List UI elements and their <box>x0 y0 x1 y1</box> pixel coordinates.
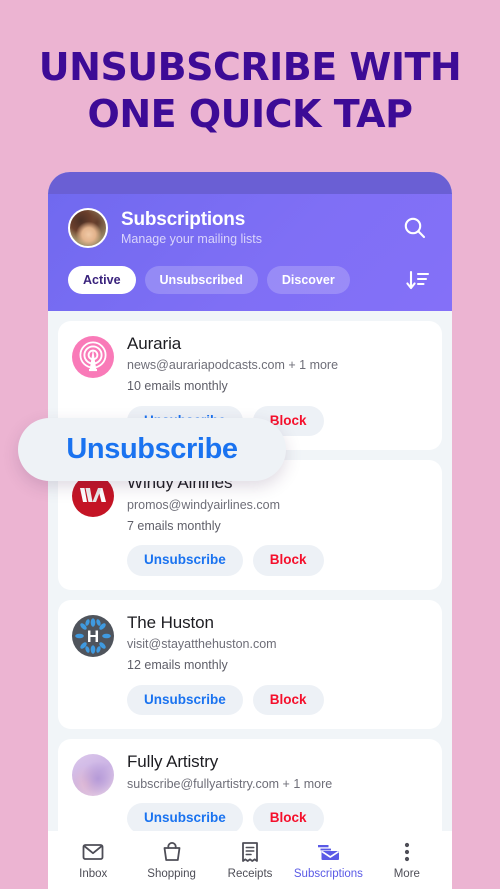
table-row[interactable]: H The Huston visit@stayatthehuston.com 1… <box>58 599 442 730</box>
shopping-bag-icon <box>163 841 181 861</box>
artistry-abstract-photo <box>72 754 114 797</box>
nav-label-inbox: Inbox <box>79 867 108 880</box>
filter-chip-active[interactable]: Active <box>68 266 136 294</box>
unsubscribe-callout-label: Unsubscribe <box>66 433 238 465</box>
bottom-navigation: Inbox Shopping Receipts Subscriptions Mo… <box>48 831 452 889</box>
nav-item-inbox[interactable]: Inbox <box>54 840 132 881</box>
unsubscribe-button[interactable]: Unsubscribe <box>127 684 243 716</box>
h-monogram-icon: H <box>75 618 111 654</box>
filter-chip-row: Active Unsubscribed Discover <box>68 265 432 295</box>
subscription-email: news@aurariapodcasts.com + 1 more <box>127 358 339 373</box>
more-dots-icon <box>404 842 409 861</box>
headline-line-2: One Quick Tap <box>87 91 413 136</box>
subscription-email: promos@windyairlines.com <box>127 497 281 512</box>
subscription-list[interactable]: Auraria news@aurariapodcasts.com + 1 mor… <box>48 311 452 831</box>
subscription-frequency: 7 emails monthly <box>127 518 221 533</box>
nav-item-subscriptions[interactable]: Subscriptions <box>289 840 367 881</box>
nav-item-more[interactable]: More <box>368 840 446 881</box>
search-icon <box>404 217 426 239</box>
nav-label-receipts: Receipts <box>227 867 273 880</box>
status-bar <box>48 172 452 194</box>
subscription-frequency: 10 emails monthly <box>127 379 228 394</box>
windy-airlines-monogram <box>72 475 114 518</box>
broadcast-tower-icon <box>79 341 107 372</box>
filter-chip-unsubscribed[interactable]: Unsubscribed <box>144 266 258 294</box>
unsubscribe-button[interactable]: Unsubscribe <box>127 803 243 831</box>
subscriptions-envelope-icon <box>318 844 340 860</box>
podcast-broadcast-icon <box>72 336 114 378</box>
subscription-email: subscribe@fullyartistry.com + 1 more <box>127 776 333 791</box>
phone-mockup: Subscriptions Manage your mailing lists … <box>48 172 452 889</box>
table-row[interactable]: Fully Artistry subscribe@fullyartistry.c… <box>58 739 442 831</box>
huston-hotel-monogram: H <box>72 614 114 657</box>
promo-headline: Unsubscribe with One Quick Tap <box>0 44 500 137</box>
page-subtitle: Manage your mailing lists <box>121 232 263 247</box>
unsubscribe-button[interactable]: Unsubscribe <box>127 545 243 576</box>
subscription-name: Fully Artistry <box>127 752 219 772</box>
subscription-frequency: 12 emails monthly <box>127 657 228 672</box>
app-header: Subscriptions Manage your mailing lists … <box>48 194 452 311</box>
nav-label-shopping: Shopping <box>147 867 196 880</box>
nav-label-more: More <box>393 867 420 880</box>
envelope-icon <box>82 843 104 860</box>
unsubscribe-callout[interactable]: Unsubscribe <box>18 418 286 481</box>
block-button[interactable]: Block <box>252 545 324 576</box>
filter-chip-discover[interactable]: Discover <box>266 266 350 294</box>
page-title: Subscriptions <box>121 208 246 230</box>
nav-item-receipts[interactable]: Receipts <box>211 840 289 881</box>
nav-label-subscriptions: Subscriptions <box>293 867 363 880</box>
wa-monogram-icon <box>80 488 106 503</box>
sort-descending-icon <box>405 270 429 289</box>
subscription-name: Auraria <box>127 334 182 353</box>
subscription-email: visit@stayatthehuston.com <box>127 637 277 652</box>
nav-item-shopping[interactable]: Shopping <box>132 840 210 881</box>
block-button[interactable]: Block <box>252 803 324 831</box>
headline-line-1: Unsubscribe with <box>38 45 462 89</box>
search-button[interactable] <box>398 211 432 245</box>
block-button[interactable]: Block <box>252 684 324 716</box>
subscription-name: The Huston <box>127 612 214 632</box>
avatar[interactable] <box>68 208 108 248</box>
receipt-icon <box>242 841 258 862</box>
svg-text:H: H <box>87 627 99 646</box>
sort-button[interactable] <box>402 265 432 295</box>
